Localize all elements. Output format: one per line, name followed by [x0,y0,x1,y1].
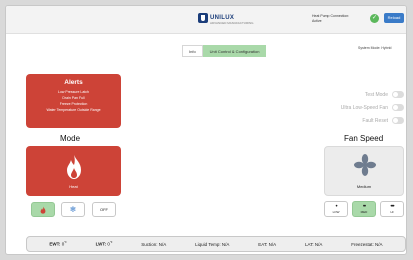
tab-info[interactable]: Info [182,45,203,57]
ewt-label: EWT: [49,241,61,247]
lwt-reading: LWT: 0°F [96,241,113,247]
lat-reading: LAT: N/A [304,241,323,247]
brand-logo-icon [198,13,208,23]
fan-speed-title: Fan Speed [344,134,384,143]
fan-hi-button[interactable]: ••• HI [380,201,404,217]
fault-reset-toggle[interactable] [392,117,404,124]
test-mode-row: Test Mode [365,91,404,98]
connection-label: Heat Pump Connection: [312,14,350,18]
ultra-low-speed-fan-toggle[interactable] [392,104,404,111]
heat-pump-connection: Heat Pump Connection: Active [312,14,349,23]
mode-card: Heat [26,146,121,196]
current-mode-label: Heat [69,184,78,189]
check-circle-icon: ✓ [370,14,379,23]
brand-logo: UNILUX ADVANCED MANUFACTURING [198,13,253,25]
fan-low-button[interactable]: • LOW [324,201,348,217]
brand-tagline: ADVANCED MANUFACTURING [210,21,254,25]
ewt-unit: °F [64,241,67,245]
sensor-status-bar: EWT: 0°F LWT: 0°F Suction: N/A Liquid Te… [26,236,406,252]
fan-icon [354,154,376,176]
test-mode-toggle[interactable] [392,91,404,98]
ewt-reading: EWT: 0°F [49,241,66,247]
suction-reading: Suction: N/A [141,241,167,247]
off-mode-button[interactable]: OFF [92,202,116,217]
ultra-low-speed-fan-row: Ultra Low-Speed Fan [341,104,404,111]
app-window: UNILUX ADVANCED MANUFACTURING Heat Pump … [5,5,407,255]
fan-speed-card: Medium [324,146,404,196]
test-mode-label: Test Mode [364,91,388,98]
tab-unit-control[interactable]: Unit Control & Configuration [202,45,267,57]
header-bar: UNILUX ADVANCED MANUFACTURING Heat Pump … [6,6,406,34]
liquid-temp-reading: Liquid Temp: N/A [195,241,230,247]
alerts-panel: Alerts Low Pressure Latch Drain Pan Full… [26,74,121,128]
connection-status: Active [312,18,322,23]
fan-hi-label: HI [390,210,394,214]
fault-reset-label: Fault Reset [362,117,388,124]
snowflake-icon: ❄ [69,205,77,214]
flame-icon [67,155,81,179]
mode-title: Mode [60,134,81,143]
heat-mode-button[interactable] [31,202,55,217]
freezestat-reading: Freezestat: N/A [351,241,383,247]
fan-low-label: LOW [332,210,340,214]
lwt-unit: °F [109,241,113,245]
current-fan-speed-label: Medium [356,184,372,189]
lwt-label: LWT: [95,241,107,247]
cool-mode-button[interactable]: ❄ [61,202,85,217]
alert-item: Water Temperature Outside Range [46,108,101,112]
fault-reset-row: Fault Reset [362,117,404,124]
flame-icon [40,206,46,214]
fan-med-label: MED [360,210,368,214]
tab-bar: Info Unit Control & Configuration [182,45,267,57]
reload-button[interactable]: Reload [384,13,404,23]
option-toggles: Test Mode Ultra Low-Speed Fan Fault Rese… [306,91,404,131]
ultra-low-speed-fan-label: Ultra Low-Speed Fan [340,104,388,111]
system-mode-text: System Mode: Hybrid [358,46,392,50]
fan-med-button[interactable]: •• MED [352,201,376,217]
alerts-title: Alerts [64,79,83,86]
eat-reading: EAT: N/A [258,241,277,247]
